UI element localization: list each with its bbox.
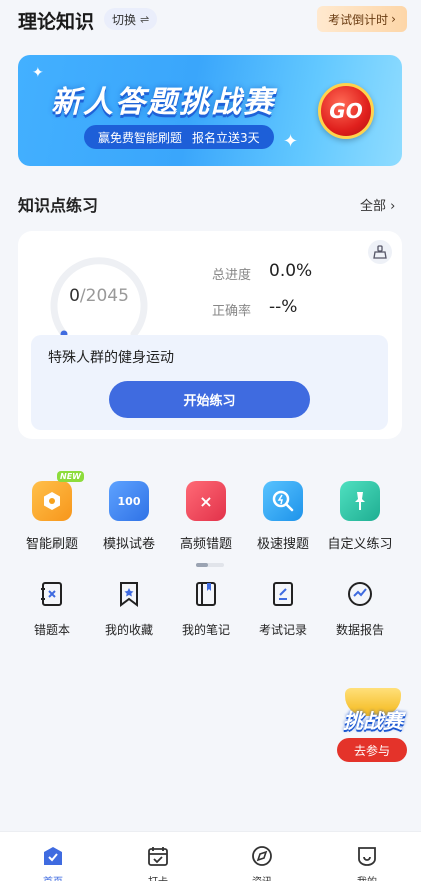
notes-icon <box>196 582 216 606</box>
home-icon <box>44 847 62 865</box>
tool-label: 我的收藏 <box>104 623 153 637</box>
mistake-book-icon <box>41 582 62 606</box>
exam-countdown-label: 考试倒计时 <box>328 12 389 27</box>
challenge-title: 挑战赛 <box>343 709 403 733</box>
tool-mistake-book[interactable]: 错题本 <box>17 580 87 638</box>
exam-countdown-button[interactable]: 考试倒计时 › <box>317 6 407 32</box>
switch-label: 切换 <box>112 12 137 27</box>
chevron-right-icon: › <box>391 12 396 26</box>
feature-label: 自定义练习 <box>327 537 393 552</box>
sparkle-icon: ✦ <box>32 65 44 81</box>
tool-data-report[interactable]: 数据报告 <box>325 580 395 638</box>
switch-arrows-icon: ⇌ <box>140 12 150 26</box>
banner-subtitle: 赢免费智能刷题 报名立送3天 <box>84 125 274 149</box>
start-practice-button[interactable]: 开始练习 <box>109 381 310 418</box>
quick-search-icon <box>263 481 303 521</box>
tool-favorites[interactable]: 我的收藏 <box>94 580 164 638</box>
progress-count: 0/2045 <box>46 286 152 306</box>
feature-label: 高频错题 <box>179 537 232 552</box>
reset-progress-icon[interactable] <box>368 240 392 264</box>
smart-practice-icon: NEW <box>32 471 84 521</box>
checkin-icon <box>148 847 168 866</box>
nav-profile[interactable]: 我的 <box>337 845 397 881</box>
view-all-label: 全部 <box>360 199 387 214</box>
nav-label: 我的 <box>337 873 397 881</box>
nav-label: 资讯 <box>232 873 292 881</box>
switch-button[interactable]: 切换 ⇌ <box>104 8 158 30</box>
favorites-icon <box>120 582 138 607</box>
chevron-right-icon: › <box>390 199 396 214</box>
feature-mock-exam[interactable]: 100 模拟试卷 <box>94 481 164 552</box>
tool-label: 我的笔记 <box>181 623 230 637</box>
tool-label: 考试记录 <box>258 623 307 637</box>
feature-label: 智能刷题 <box>25 537 78 552</box>
total-progress-value: 0.0% <box>269 261 313 281</box>
progress-total: /2045 <box>79 286 129 306</box>
current-topic-panel: 特殊人群的健身运动 开始练习 <box>31 335 388 430</box>
progress-done: 0 <box>69 286 80 306</box>
banner-subtitle-right: 报名立送3天 <box>192 130 260 145</box>
profile-icon <box>358 847 376 866</box>
exam-record-icon <box>273 582 293 606</box>
tool-label: 数据报告 <box>335 623 384 637</box>
mock-exam-glyph: 100 <box>117 494 141 508</box>
nav-home[interactable]: 首页 <box>23 845 83 881</box>
feature-custom-practice[interactable]: 自定义练习 <box>325 481 395 552</box>
custom-practice-icon <box>340 481 380 521</box>
new-badge: NEW <box>57 471 84 482</box>
mock-exam-icon: 100 <box>109 481 149 521</box>
feature-quick-search[interactable]: 极速搜题 <box>248 481 318 552</box>
current-topic: 特殊人群的健身运动 <box>48 350 174 366</box>
accuracy-label: 正确率 <box>212 304 252 319</box>
tool-notes[interactable]: 我的笔记 <box>171 580 241 638</box>
feature-label: 模拟试卷 <box>102 537 155 552</box>
floating-challenge-widget[interactable]: 挑战赛 去参与 <box>333 688 413 768</box>
feature-smart-practice[interactable]: NEW 智能刷题 <box>17 471 87 552</box>
practice-card: 0/2045 总进度 0.0% 正确率 --% 特殊人群的健身运动 开始练习 <box>18 231 402 439</box>
frequent-mistakes-icon: × <box>186 481 226 521</box>
nav-checkin[interactable]: 打卡 <box>128 845 188 881</box>
nav-news[interactable]: 资讯 <box>232 845 292 881</box>
sparkle-icon: ✦ <box>283 131 299 152</box>
nav-label: 首页 <box>23 873 83 881</box>
feature-frequent-mistakes[interactable]: × 高频错题 <box>171 481 241 552</box>
accuracy-value: --% <box>269 297 298 317</box>
tool-exam-record[interactable]: 考试记录 <box>248 580 318 638</box>
feature-label: 极速搜题 <box>256 537 309 552</box>
frequent-mistakes-glyph: × <box>199 491 213 511</box>
view-all-link[interactable]: 全部 › <box>360 195 395 214</box>
page-indicator-active <box>196 563 208 567</box>
banner-title: 新人答题挑战赛 <box>51 85 275 120</box>
data-report-icon <box>348 582 372 606</box>
page-title: 理论知识 <box>18 11 95 33</box>
section-title: 知识点练习 <box>18 196 99 215</box>
tool-label: 错题本 <box>33 623 70 637</box>
join-challenge-button[interactable]: 去参与 <box>337 738 407 762</box>
go-button[interactable]: GO <box>318 83 374 139</box>
bottom-nav: 首页 打卡 资讯 我的 <box>0 831 421 881</box>
total-progress-label: 总进度 <box>212 268 252 283</box>
page-indicator <box>196 563 224 567</box>
compass-icon <box>252 846 272 866</box>
banner-subtitle-left: 赢免费智能刷题 <box>98 130 183 145</box>
promo-banner[interactable]: ✦ ✦ 新人答题挑战赛 赢免费智能刷题 报名立送3天 GO <box>18 55 402 166</box>
nav-label: 打卡 <box>128 873 188 881</box>
top-bar: 理论知识 切换 ⇌ 考试倒计时 › <box>0 0 421 40</box>
